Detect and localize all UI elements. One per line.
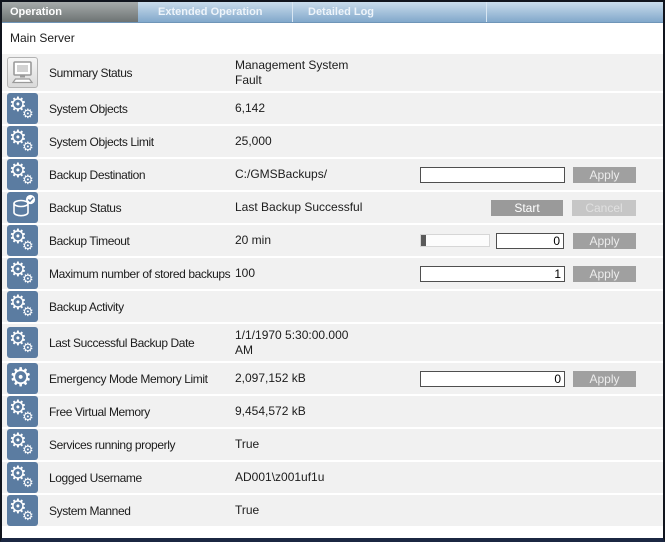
apply-button[interactable]: Apply — [573, 371, 636, 387]
property-value: 1/1/1970 5:30:00.000 AM — [235, 328, 636, 358]
property-value: C:/GMSBackups/ — [235, 167, 420, 182]
apply-button[interactable]: Apply — [573, 266, 636, 282]
property-list: Summary Status Management System Fault ⚙… — [2, 54, 663, 526]
row-emergency-mode-memory-limit: ⚙ Emergency Mode Memory Limit 2,097,152 … — [2, 363, 663, 394]
max-stored-backups-input[interactable] — [420, 266, 565, 282]
backup-timeout-slider[interactable] — [420, 234, 490, 247]
property-value: True — [235, 437, 636, 452]
property-label: System Objects — [49, 102, 235, 116]
row-backup-activity: ⚙⚙ Backup Activity — [2, 291, 663, 322]
property-label: Last Successful Backup Date — [49, 336, 235, 350]
property-label: Services running properly — [49, 438, 235, 452]
slider-thumb[interactable] — [421, 235, 426, 246]
property-label: Maximum number of stored backups — [49, 267, 235, 281]
property-label: Backup Timeout — [49, 234, 235, 248]
apply-button[interactable]: Apply — [573, 233, 636, 249]
property-value: 9,454,572 kB — [235, 404, 636, 419]
gears-icon: ⚙⚙ — [7, 462, 38, 493]
gears-icon: ⚙⚙ — [7, 396, 38, 427]
page-title: Main Server — [10, 31, 663, 45]
row-services-running-properly: ⚙⚙ Services running properly True — [2, 429, 663, 460]
row-system-objects: ⚙⚙ System Objects 6,142 — [2, 93, 663, 124]
server-properties-window: Operation Extended Operation Detailed Lo… — [0, 0, 665, 542]
gears-icon: ⚙⚙ — [7, 429, 38, 460]
tab-detailed-log[interactable]: Detailed Log — [293, 2, 487, 22]
workstation-icon — [7, 57, 38, 88]
property-value: 100 — [235, 266, 420, 281]
property-label: Emergency Mode Memory Limit — [49, 372, 235, 386]
cancel-button[interactable]: Cancel — [572, 200, 636, 216]
property-value: 2,097,152 kB — [235, 371, 420, 386]
property-label: Free Virtual Memory — [49, 405, 235, 419]
gears-icon: ⚙⚙ — [7, 126, 38, 157]
property-label: System Manned — [49, 504, 235, 518]
row-backup-status: Backup Status Last Backup Successful Sta… — [2, 192, 663, 223]
backup-timeout-input[interactable] — [496, 233, 564, 249]
gears-icon: ⚙⚙ — [7, 327, 38, 358]
property-label: Summary Status — [49, 66, 235, 80]
gears-icon: ⚙⚙ — [7, 93, 38, 124]
row-system-objects-limit: ⚙⚙ System Objects Limit 25,000 — [2, 126, 663, 157]
start-button[interactable]: Start — [491, 200, 563, 216]
gears-icon: ⚙⚙ — [7, 291, 38, 322]
tab-extended-operation[interactable]: Extended Operation — [138, 2, 293, 22]
property-value: Management System Fault — [235, 58, 636, 88]
property-label: Logged Username — [49, 471, 235, 485]
row-summary-status: Summary Status Management System Fault — [2, 54, 663, 91]
property-label: Backup Activity — [49, 300, 235, 314]
row-logged-username: ⚙⚙ Logged Username AD001\z001uf1u — [2, 462, 663, 493]
backup-destination-input[interactable] — [420, 167, 565, 183]
gears-icon: ⚙⚙ — [7, 495, 38, 526]
property-label: System Objects Limit — [49, 135, 235, 149]
row-max-stored-backups: ⚙⚙ Maximum number of stored backups 100 … — [2, 258, 663, 289]
property-label: Backup Status — [49, 201, 235, 215]
row-free-virtual-memory: ⚙⚙ Free Virtual Memory 9,454,572 kB — [2, 396, 663, 427]
row-backup-timeout: ⚙⚙ Backup Timeout 20 min Apply — [2, 225, 663, 256]
property-label: Backup Destination — [49, 168, 235, 182]
property-value: True — [235, 503, 636, 518]
emergency-memory-limit-input[interactable] — [420, 371, 565, 387]
row-backup-destination: ⚙⚙ Backup Destination C:/GMSBackups/ App… — [2, 159, 663, 190]
property-value: AD001\z001uf1u — [235, 470, 636, 485]
apply-button[interactable]: Apply — [573, 167, 636, 183]
property-value: 6,142 — [235, 101, 636, 116]
tab-operation[interactable]: Operation — [2, 2, 138, 22]
database-check-icon — [7, 192, 38, 223]
property-value: Last Backup Successful — [235, 200, 491, 215]
gear-icon: ⚙ — [7, 363, 38, 394]
tab-bar: Operation Extended Operation Detailed Lo… — [2, 2, 663, 23]
row-last-successful-backup-date: ⚙⚙ Last Successful Backup Date 1/1/1970 … — [2, 324, 663, 361]
property-value: 25,000 — [235, 134, 636, 149]
gears-icon: ⚙⚙ — [7, 225, 38, 256]
gears-icon: ⚙⚙ — [7, 258, 38, 289]
gears-icon: ⚙⚙ — [7, 159, 38, 190]
row-system-manned: ⚙⚙ System Manned True — [2, 495, 663, 526]
property-value: 20 min — [235, 233, 420, 248]
